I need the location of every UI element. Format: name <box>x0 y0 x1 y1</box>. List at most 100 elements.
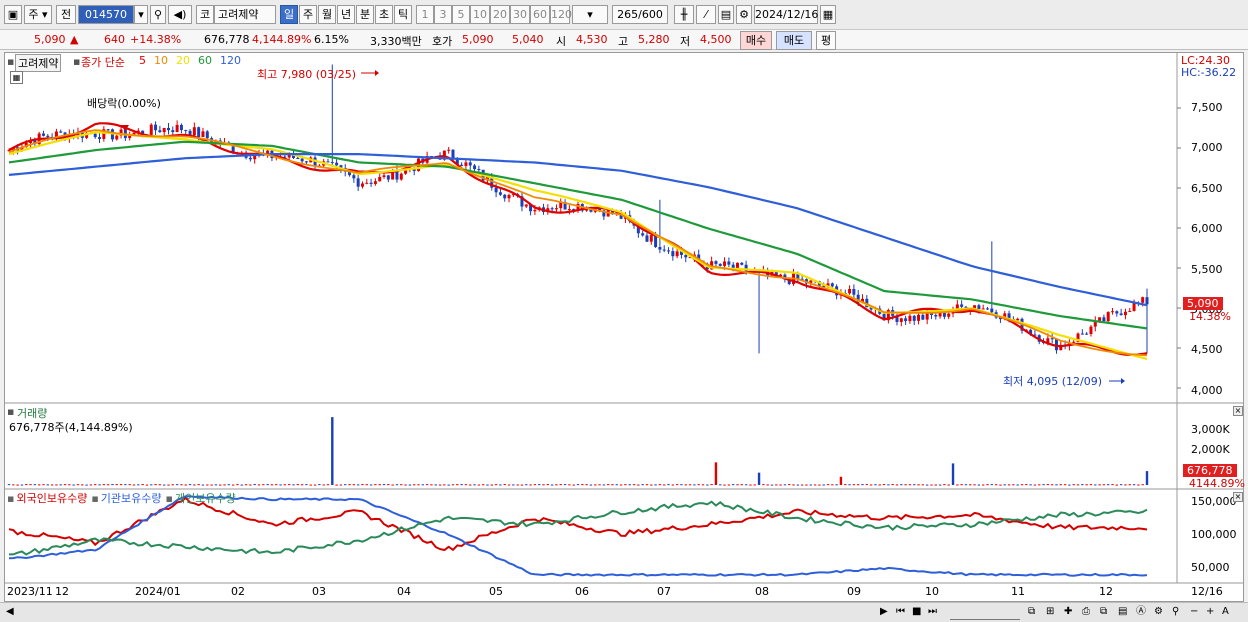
volume-bar <box>925 484 929 486</box>
avg-button[interactable]: 평 <box>816 31 836 50</box>
volume-bar <box>727 484 731 486</box>
candle-body <box>326 161 330 163</box>
interval-60[interactable]: 60 <box>530 5 550 24</box>
first-icon[interactable]: ⏮ <box>896 605 905 619</box>
holdings-close-icon[interactable]: × <box>1233 492 1243 502</box>
search-icon[interactable]: ⚲ <box>150 5 166 24</box>
ytick-hold-tick: 150,000 <box>1191 495 1237 508</box>
volume-bar <box>740 484 744 486</box>
speaker-icon[interactable]: ◀) <box>168 5 192 24</box>
interval-120[interactable]: 120 <box>550 5 572 24</box>
stock-name-field[interactable]: 고려제약 <box>214 5 276 24</box>
volume-bar <box>770 484 774 486</box>
print-icon[interactable]: ⎙ <box>1082 605 1090 619</box>
calendar-icon[interactable]: ▦ <box>820 5 836 24</box>
period-4[interactable]: 분 <box>356 5 374 24</box>
settings-icon[interactable]: ⚙ <box>1154 605 1163 619</box>
period-3[interactable]: 년 <box>337 5 355 24</box>
volume-bar <box>550 484 554 486</box>
interval-dropdown[interactable]: ▾ <box>572 5 608 24</box>
window-icon[interactable]: ▣ <box>4 5 22 24</box>
volume-bar <box>210 484 213 486</box>
grid-icon[interactable]: ▦ <box>10 71 23 84</box>
interval-1[interactable]: 1 <box>416 5 434 24</box>
interval-10[interactable]: 10 <box>470 5 490 24</box>
period-5[interactable]: 초 <box>375 5 393 24</box>
last-icon[interactable]: ⏭ <box>928 605 937 619</box>
table-icon[interactable]: ▤ <box>1118 605 1127 619</box>
candle-body <box>192 127 196 136</box>
interval-20[interactable]: 20 <box>490 5 510 24</box>
zoom-out-icon[interactable]: − <box>1190 605 1198 619</box>
volume-pct: 4,144.89% <box>252 33 312 46</box>
candle-body <box>554 208 558 210</box>
stop-icon[interactable]: ■ <box>912 605 921 619</box>
scroll-right-icon[interactable]: ▶ <box>880 605 888 619</box>
text-icon[interactable]: Ⓐ <box>1136 605 1146 619</box>
period-0[interactable]: 일 <box>280 5 298 24</box>
volume-close-icon[interactable]: × <box>1233 406 1243 416</box>
chart-svg[interactable] <box>5 53 1243 601</box>
volume-bar <box>977 484 981 486</box>
chart-type-icon[interactable]: ⊞ <box>1046 605 1054 619</box>
volume-bar <box>223 484 226 486</box>
volume-bar <box>895 484 899 486</box>
chart-area[interactable]: ▪ 고려제약 ▪ 종가 단순 5 10 20 60 120 ▦ 배당락(0.00%) 최… <box>4 52 1245 602</box>
candle-body <box>1089 326 1093 335</box>
candle-body <box>1141 297 1145 303</box>
font-icon[interactable]: A <box>1222 605 1229 619</box>
volume-bar <box>1063 484 1067 486</box>
search-zoom-icon[interactable]: ⚲ <box>1172 605 1179 619</box>
volume-bar <box>921 484 925 486</box>
scroll-left-icon[interactable]: ◀ <box>6 605 14 619</box>
volume-bar <box>581 484 584 486</box>
volume-bar <box>624 484 627 486</box>
volume-bar <box>969 484 972 486</box>
candle-body <box>201 131 205 137</box>
low-value: 4,500 <box>700 33 732 46</box>
candle-body <box>667 250 671 252</box>
interval-30[interactable]: 30 <box>510 5 530 24</box>
volume-bar <box>29 484 32 486</box>
candle-icon[interactable]: ╫ <box>674 5 694 24</box>
crosshair-icon[interactable]: ✚ <box>1064 605 1072 619</box>
layout-icon[interactable]: ⧉ <box>1028 605 1035 619</box>
volume-bar <box>339 484 343 486</box>
time-axis-label: 04 <box>397 585 411 598</box>
stock-code-input[interactable]: 014570 <box>78 5 134 24</box>
interval-3[interactable]: 3 <box>434 5 452 24</box>
zoom-in-icon[interactable]: + <box>1206 605 1214 619</box>
panel-icon: ▪ <box>7 55 15 68</box>
buy-button[interactable]: 매수 <box>740 31 772 50</box>
period-2[interactable]: 월 <box>318 5 336 24</box>
volume-bar <box>1068 484 1071 486</box>
volume-bar <box>197 484 200 486</box>
candle-body <box>645 235 649 242</box>
code-dropdown-icon[interactable]: ▾ <box>134 5 148 24</box>
gear-icon[interactable]: ⚙ <box>736 5 752 24</box>
mode-main-select[interactable]: 주 ▾ <box>24 5 52 24</box>
line-tool-icon[interactable]: ⁄ <box>696 5 716 24</box>
candle-body <box>386 175 390 180</box>
volume-bar <box>654 484 657 486</box>
hc-value: HC:-36.22 <box>1181 66 1237 79</box>
count-field[interactable]: 265/600 <box>612 5 668 24</box>
volume-bar <box>1128 484 1131 486</box>
interval-5[interactable]: 5 <box>452 5 470 24</box>
volume-bar <box>244 484 248 486</box>
volume-bar <box>697 484 700 486</box>
volume-bar <box>300 484 304 486</box>
save-icon[interactable]: ▤ <box>718 5 734 24</box>
scroll-bar[interactable]: ◀ ▶ ⏮ ■ ⏭ ⧉ ⊞ ✚ ⎙ ⧉ ▤ Ⓐ ⚙ ⚲ − + A <box>0 602 1248 622</box>
volume-bar <box>589 484 593 486</box>
copy-icon[interactable]: ⧉ <box>1100 605 1107 619</box>
date-field[interactable]: 2024/12/16 <box>754 5 818 24</box>
volume-bar <box>1124 484 1127 486</box>
period-6[interactable]: 틱 <box>394 5 412 24</box>
zoom-slider[interactable] <box>950 605 1020 620</box>
sell-button[interactable]: 매도 <box>776 31 812 50</box>
mode-prev-button[interactable]: 전 <box>56 5 76 24</box>
volume-bar <box>68 484 71 486</box>
volume-bar <box>667 484 670 486</box>
period-1[interactable]: 주 <box>299 5 317 24</box>
